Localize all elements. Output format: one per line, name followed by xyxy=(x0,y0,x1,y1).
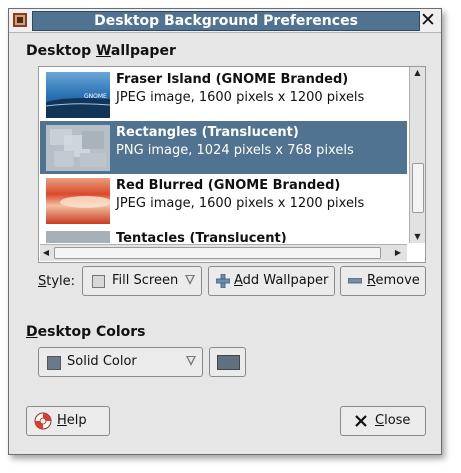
style-label: Style: xyxy=(38,274,75,289)
remove-button[interactable]: Remove xyxy=(340,266,426,296)
chevron-down-icon xyxy=(186,356,196,366)
help-lifebuoy-icon xyxy=(34,412,52,430)
wallpaper-thumbnail xyxy=(46,178,110,224)
wallpaper-item-tentacles[interactable]: Tentacles (Translucent) xyxy=(40,227,407,243)
scroll-down-icon[interactable]: ▼ xyxy=(410,231,425,243)
vertical-scrollbar[interactable]: ▲ ▼ xyxy=(409,67,425,243)
help-label: Help xyxy=(57,407,87,435)
add-wallpaper-button[interactable]: Add Wallpaper xyxy=(208,266,335,296)
scroll-left-icon[interactable]: ◀ xyxy=(40,245,52,261)
wallpaper-item-red-blurred[interactable]: Red Blurred (GNOME Branded) JPEG image, … xyxy=(40,174,407,227)
style-dropdown-value: Fill Screen xyxy=(112,273,179,288)
add-wallpaper-mnemonic: A xyxy=(234,273,243,288)
wallpaper-item-desc: PNG image, 1024 pixels x 768 pixels xyxy=(116,143,354,158)
horizontal-scrollbar[interactable]: ◀ ▶ xyxy=(40,244,407,261)
remove-label-rest: emove xyxy=(375,273,420,288)
wallpaper-item-rectangles[interactable]: Rectangles (Translucent) PNG image, 1024… xyxy=(40,121,407,174)
solid-color-icon xyxy=(47,356,61,370)
close-window-icon[interactable]: ✕ xyxy=(419,10,437,30)
desktop-colors-heading: Desktop Colors xyxy=(26,324,146,340)
wallpaper-item-name: Tentacles (Translucent) xyxy=(116,231,287,243)
add-wallpaper-label-rest: dd Wallpaper xyxy=(242,273,329,288)
wallpaper-heading-rest: allpaper xyxy=(110,43,176,59)
help-label-rest: elp xyxy=(66,413,87,428)
color-picker-button[interactable] xyxy=(209,347,246,377)
fill-screen-icon xyxy=(92,275,105,288)
color-mode-dropdown[interactable]: Solid Color xyxy=(38,347,203,377)
help-mnemonic: H xyxy=(57,413,67,428)
style-dropdown[interactable]: Fill Screen xyxy=(82,266,202,296)
wallpaper-item-desc: JPEG image, 1600 pixels x 1200 pixels xyxy=(116,196,365,211)
close-label: Close xyxy=(375,407,410,435)
remove-label: Remove xyxy=(367,267,420,295)
wallpaper-item-name: Rectangles (Translucent) xyxy=(116,125,299,140)
wallpaper-heading-part: Desktop xyxy=(26,43,96,59)
close-button[interactable]: Close xyxy=(340,406,426,436)
app-icon[interactable] xyxy=(12,12,28,28)
window-title: Desktop Background Preferences xyxy=(32,11,420,31)
desktop-colors-mnemonic: D xyxy=(26,324,38,340)
help-button[interactable]: Help xyxy=(26,406,110,436)
wallpaper-thumbnail xyxy=(46,231,110,243)
color-swatch xyxy=(217,355,240,370)
close-label-rest: lose xyxy=(384,413,411,428)
desktop-colors-heading-rest: esktop Colors xyxy=(37,324,146,340)
style-label-rest: tyle: xyxy=(46,274,76,289)
close-mnemonic: C xyxy=(375,413,385,428)
scroll-right-icon[interactable]: ▶ xyxy=(392,245,404,261)
wallpaper-heading: Desktop Wallpaper xyxy=(26,43,176,59)
close-icon xyxy=(355,415,367,427)
vertical-scroll-thumb[interactable] xyxy=(412,163,424,213)
wallpaper-item-name: Fraser Island (GNOME Branded) xyxy=(116,72,349,87)
wallpaper-list-viewport: GNOME Fraser Island (GNOME Branded) JPEG… xyxy=(40,68,407,243)
preferences-window: Desktop Background Preferences ✕ Desktop… xyxy=(8,8,442,455)
scroll-up-icon[interactable]: ▲ xyxy=(410,67,425,79)
thumbnail-logo-text: GNOME xyxy=(84,93,107,100)
add-icon xyxy=(216,274,230,288)
wallpaper-thumbnail: GNOME xyxy=(46,72,110,118)
wallpaper-heading-mnemonic: W xyxy=(95,43,111,59)
remove-icon xyxy=(348,278,362,284)
chevron-down-icon xyxy=(185,275,195,285)
wallpaper-thumbnail xyxy=(46,125,110,171)
wallpaper-item-desc: JPEG image, 1600 pixels x 1200 pixels xyxy=(116,90,365,105)
horizontal-scroll-thumb[interactable] xyxy=(54,247,381,259)
add-wallpaper-label: Add Wallpaper xyxy=(234,267,328,295)
wallpaper-item-fraser-island[interactable]: GNOME Fraser Island (GNOME Branded) JPEG… xyxy=(40,68,407,121)
title-bar[interactable]: Desktop Background Preferences ✕ xyxy=(9,9,441,33)
wallpaper-item-name: Red Blurred (GNOME Branded) xyxy=(116,178,341,193)
color-mode-value: Solid Color xyxy=(67,354,137,369)
wallpaper-list[interactable]: GNOME Fraser Island (GNOME Branded) JPEG… xyxy=(38,66,426,263)
